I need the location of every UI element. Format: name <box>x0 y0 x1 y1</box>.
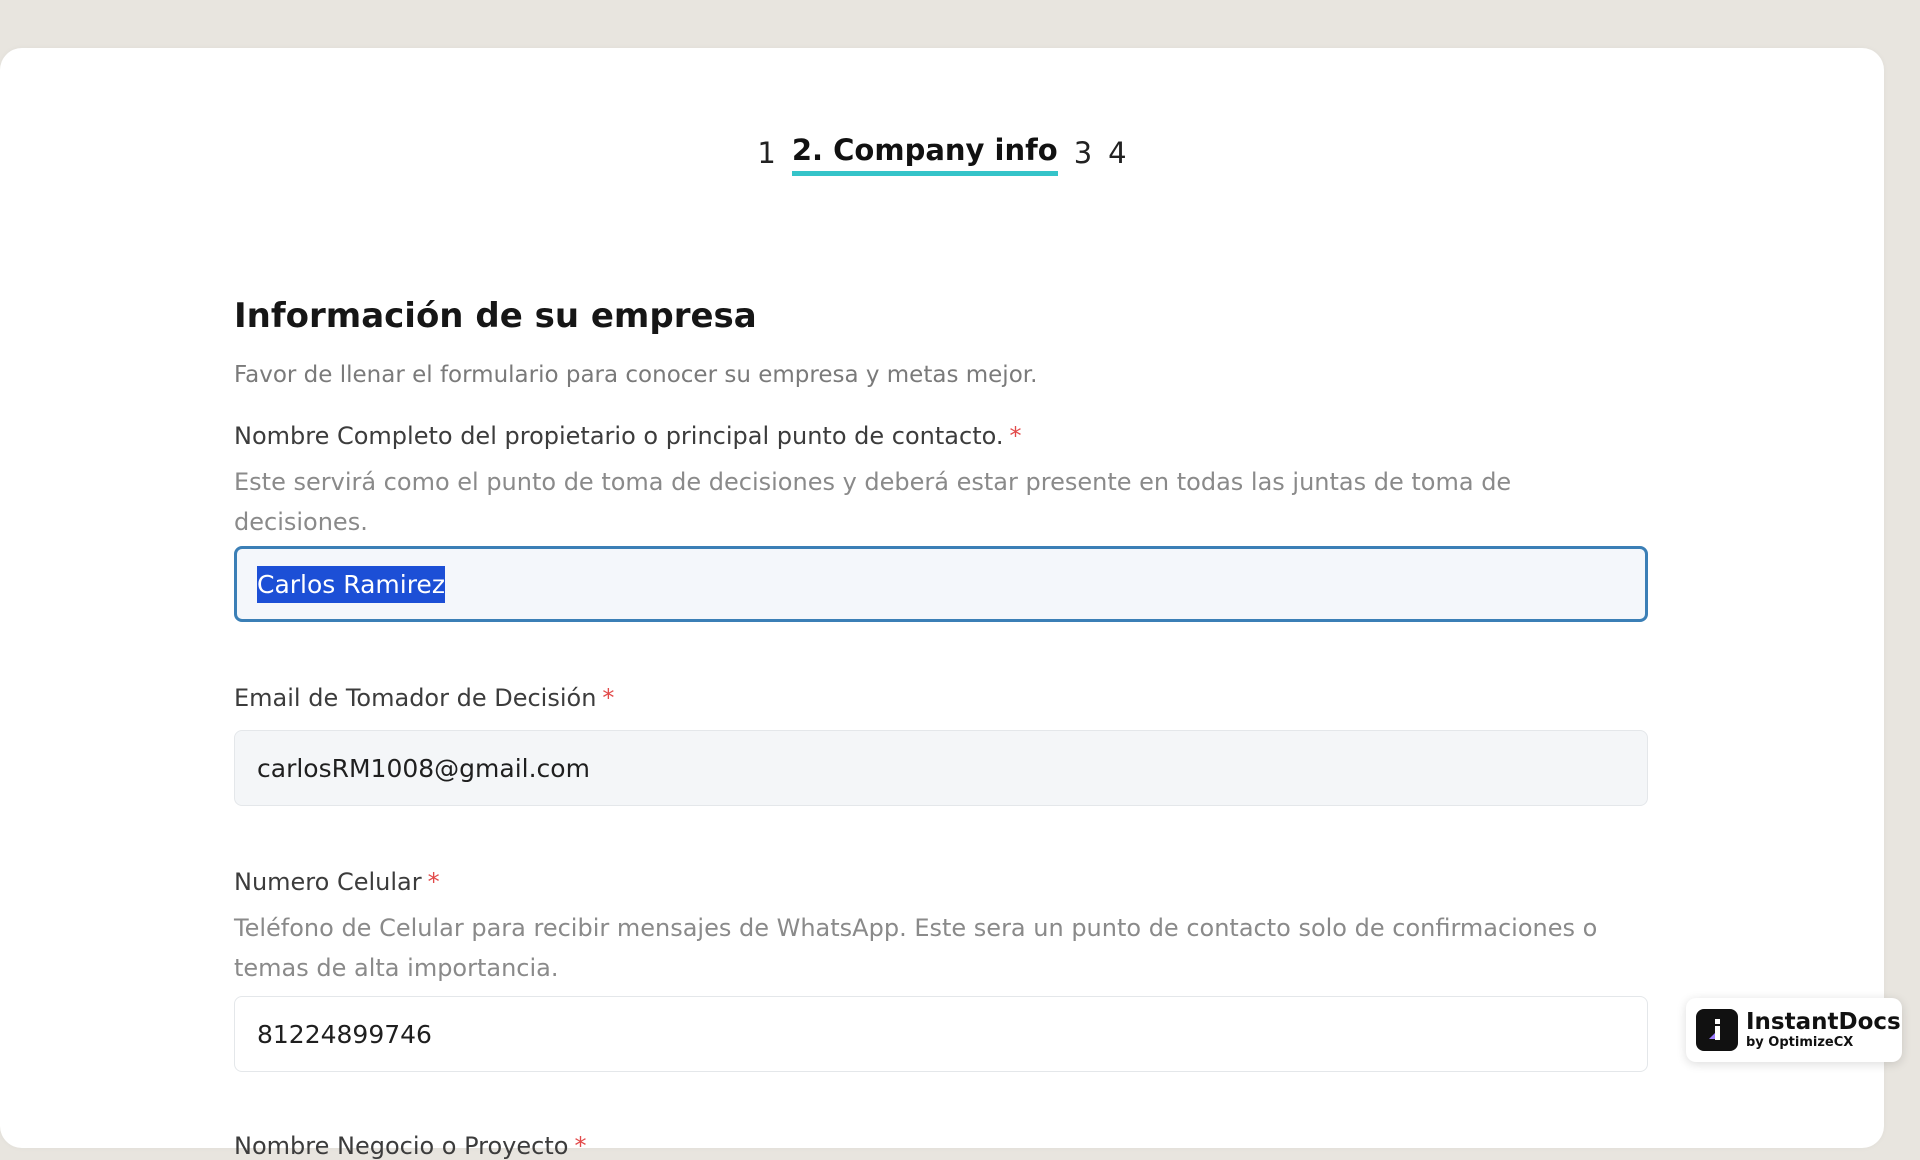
required-marker: * <box>574 1132 587 1160</box>
stepper: 1 2. Company info 3 4 <box>0 136 1884 176</box>
form-title: Información de su empresa <box>234 296 757 336</box>
step-3[interactable]: 3 <box>1074 139 1092 176</box>
form-subtitle: Favor de llenar el formulario para conoc… <box>234 362 1038 388</box>
owner-name-input[interactable]: Carlos Ramirez <box>234 546 1648 622</box>
phone-label: Numero Celular * <box>234 868 440 896</box>
required-marker: * <box>602 684 615 712</box>
email-field: Email de Tomador de Decisión * carlosRM10… <box>234 684 1648 806</box>
step-4[interactable]: 4 <box>1108 139 1126 176</box>
instantdocs-logo-icon <box>1696 1009 1738 1051</box>
business-field: Nombre Negocio o Proyecto * <box>234 1132 1648 1160</box>
phone-field: Numero Celular * Teléfono de Celular para… <box>234 868 1648 1072</box>
form-content: Información de su empresa Favor de llena… <box>234 238 1648 1160</box>
badge-by: by OptimizeCX <box>1746 1034 1854 1050</box>
phone-input[interactable]: 81224899746 <box>234 996 1648 1072</box>
instantdocs-badge[interactable]: InstantDocs by OptimizeCX <box>1686 998 1902 1062</box>
owner-name-value: Carlos Ramirez <box>257 565 445 603</box>
owner-help: Este servirá como el punto de toma de de… <box>234 468 1512 536</box>
phone-value: 81224899746 <box>257 1019 432 1049</box>
form-card: 1 2. Company info 3 4 Información de su … <box>0 48 1884 1160</box>
step-1[interactable]: 1 <box>757 139 775 176</box>
email-input[interactable]: carlosRM1008@gmail.com <box>234 730 1648 806</box>
email-label: Email de Tomador de Decisión * <box>234 684 615 712</box>
phone-help: Teléfono de Celular para recibir mensaje… <box>234 914 1598 982</box>
step-2-company-info[interactable]: 2. Company info <box>791 136 1058 176</box>
email-value: carlosRM1008@gmail.com <box>257 753 590 783</box>
owner-label: Nombre Completo del propietario o princi… <box>234 422 1022 450</box>
required-marker: * <box>427 868 440 896</box>
required-marker: * <box>1009 422 1022 450</box>
badge-name: InstantDocs <box>1746 1009 1901 1036</box>
owner-field: Nombre Completo del propietario o princi… <box>234 422 1648 622</box>
business-label: Nombre Negocio o Proyecto * <box>234 1132 587 1160</box>
